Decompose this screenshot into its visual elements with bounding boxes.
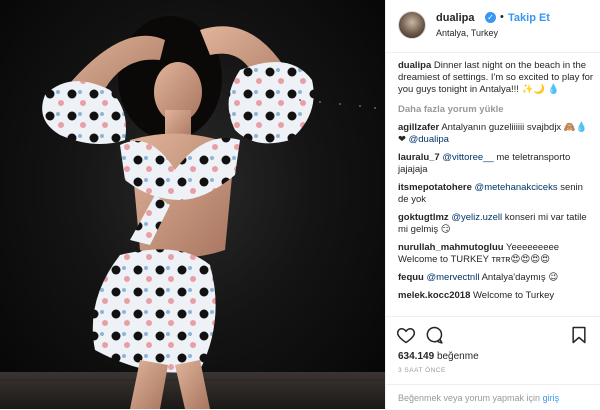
list-item: melek.kocc2018 Welcome to Turkey [398, 290, 594, 302]
list-item: lauralu_7 @vittoree__ me teletransporto … [398, 152, 594, 176]
login-prompt: Beğenmek veya yorum yapmak için giriş [398, 393, 559, 403]
list-item: goktugtlmz @yeliz.uzell konseri mi var t… [398, 212, 594, 236]
avatar[interactable] [398, 11, 426, 39]
timestamp: 3 SAAT ÖNCE [398, 367, 446, 374]
comment-username[interactable]: agillzafer [398, 122, 439, 133]
list-item: nurullah_mahmutogluu Yeeeeeeeee Welcome … [398, 242, 594, 266]
comment-mention[interactable]: @metehanakciceks [475, 182, 558, 193]
caption: dualipa Dinner last night on the beach i… [398, 60, 594, 96]
comment-text: Antalya'daymış 😉 [481, 272, 559, 283]
list-item: agillzafer Antalyanın guzeliiiiii svajbd… [398, 122, 594, 146]
post-photo[interactable] [0, 0, 385, 409]
post-header: dualipa ✓ • Takip Et Antalya, Turkey [386, 0, 600, 53]
likes-label: beğenme [436, 351, 479, 362]
login-link[interactable]: giriş [543, 393, 560, 403]
comment-username[interactable]: fequu [398, 272, 424, 283]
comment-username[interactable]: nurullah_mahmutogluu [398, 242, 504, 253]
follow-button[interactable]: Takip Et [508, 12, 550, 24]
likes-number: 634.149 [398, 351, 435, 362]
caption-username[interactable]: dualipa [398, 60, 431, 71]
location-link[interactable]: Antalya, Turkey [436, 28, 498, 38]
likes-count[interactable]: 634.149 beğenme [398, 351, 479, 362]
comment-icon[interactable] [424, 325, 444, 345]
verified-badge-icon: ✓ [485, 12, 496, 23]
separator-dot: • [500, 11, 504, 23]
comment-username[interactable]: itsmepotatohere [398, 182, 472, 193]
comment-list: dualipa Dinner last night on the beach i… [398, 60, 594, 308]
post-footer: 634.149 beğenme 3 SAAT ÖNCE Beğenmek vey… [386, 316, 600, 403]
post-sidebar: dualipa ✓ • Takip Et Antalya, Turkey dua… [385, 0, 600, 409]
comment-username[interactable]: melek.kocc2018 [398, 290, 470, 301]
comment-username[interactable]: goktugtlmz [398, 212, 449, 223]
username-link[interactable]: dualipa [436, 12, 475, 24]
action-bar [386, 317, 600, 353]
add-comment-section: Beğenmek veya yorum yapmak için giriş [386, 384, 600, 410]
bookmark-icon[interactable] [569, 325, 589, 345]
drop-emoji-icon: 💧 [547, 84, 560, 95]
login-prompt-text: Beğenmek veya yorum yapmak için [398, 393, 541, 403]
comment-username[interactable]: lauralu_7 [398, 152, 440, 163]
comment-mention[interactable]: @vittoree__ [442, 152, 493, 163]
list-item: fequu @mervectnll Antalya'daymış 😉 [398, 272, 594, 284]
comment-mention[interactable]: @mervectnll [427, 272, 480, 283]
comment-mention[interactable]: @yeliz.uzell [451, 212, 502, 223]
heart-icon[interactable] [396, 325, 416, 345]
comment-mention[interactable]: @dualipa [409, 134, 449, 145]
list-item: itsmepotatohere @metehanakciceks senin d… [398, 182, 594, 206]
load-more-comments-button[interactable]: Daha fazla yorum yükle [398, 104, 594, 116]
instagram-post: dualipa ✓ • Takip Et Antalya, Turkey dua… [0, 0, 600, 409]
photo-illustration [0, 16, 385, 409]
comment-text: Welcome to Turkey [473, 290, 555, 301]
